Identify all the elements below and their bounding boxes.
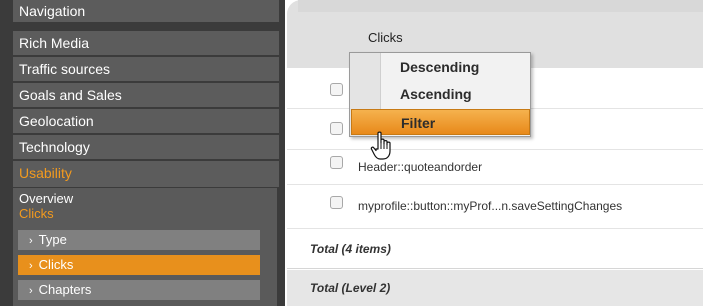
sidebar-subitem-label: Clicks	[38, 257, 74, 272]
row-checkbox[interactable]	[330, 122, 343, 135]
table-row: myprofile::button::myProf...n.saveSettin…	[287, 185, 703, 229]
table-row: Header::quoteandorder	[287, 150, 703, 185]
row-label[interactable]: myprofile::button::myProf...n.saveSettin…	[358, 199, 622, 213]
hand-pointer-icon	[370, 131, 391, 160]
row-checkbox[interactable]	[330, 83, 343, 96]
total-label: Total (4 items)	[310, 242, 391, 256]
total-row: Total (4 items)	[287, 229, 703, 269]
sidebar: Navigation Rich Media Traffic sources Go…	[0, 0, 285, 306]
row-checkbox[interactable]	[330, 196, 343, 209]
sidebar-item-traffic-sources[interactable]: Traffic sources	[13, 57, 279, 81]
sidebar-item-goals-and-sales[interactable]: Goals and Sales	[13, 83, 279, 107]
menu-item-descending[interactable]: Descending	[381, 54, 530, 80]
column-header-clicks[interactable]: Clicks	[368, 30, 403, 45]
chevron-right-icon: ›	[29, 235, 33, 247]
sidebar-item-rich-media[interactable]: Rich Media	[13, 31, 279, 55]
sidebar-subitem-label: Type	[38, 232, 67, 247]
row-label[interactable]: Header::quoteandorder	[358, 160, 482, 174]
sidebar-item-technology[interactable]: Technology	[13, 135, 279, 159]
usability-overview-link[interactable]: Overview	[19, 192, 73, 206]
total-level-row: Total (Level 2)	[287, 270, 703, 306]
report-table: Clicks Header::quoteandorder myprofile::…	[287, 0, 703, 306]
sidebar-item-usability[interactable]: Usability	[13, 161, 279, 187]
header-bar	[298, 0, 703, 12]
total-level-label: Total (Level 2)	[310, 281, 391, 295]
chevron-right-icon: ›	[29, 285, 33, 297]
sidebar-subitem-chapters[interactable]: › Chapters	[18, 280, 260, 300]
chevron-right-icon: ›	[29, 260, 33, 272]
sidebar-subitem-type[interactable]: › Type	[18, 230, 260, 250]
row-checkbox[interactable]	[330, 156, 343, 169]
sidebar-item-navigation[interactable]: Navigation	[13, 0, 279, 22]
usability-current-section: Clicks	[19, 206, 54, 221]
sidebar-subitem-label: Chapters	[38, 282, 92, 297]
menu-item-ascending[interactable]: Ascending	[381, 81, 530, 107]
sidebar-subitem-clicks[interactable]: › Clicks	[18, 255, 260, 275]
sidebar-item-geolocation[interactable]: Geolocation	[13, 109, 279, 133]
column-context-menu: Descending Ascending Filter	[349, 52, 531, 137]
